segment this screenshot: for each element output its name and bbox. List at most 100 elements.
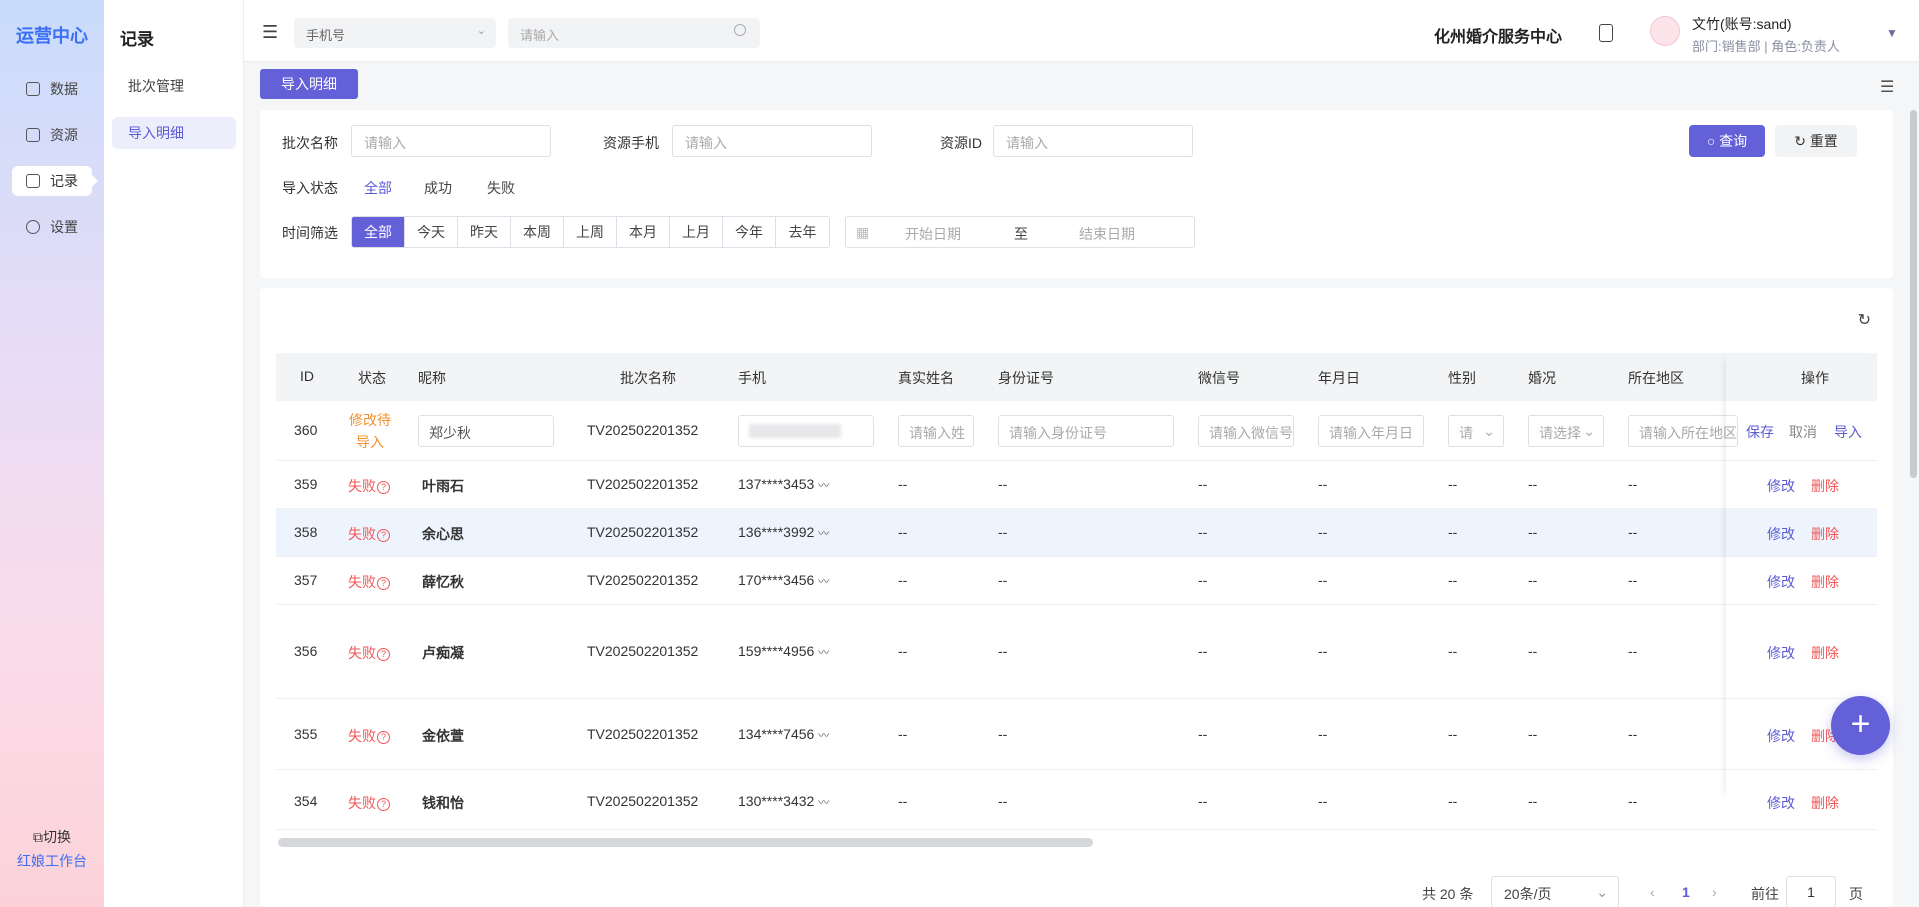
column-header: 状态 <box>358 370 386 386</box>
rail-item-record[interactable]: 记录 <box>12 166 98 196</box>
reset-label: 重置 <box>1809 133 1838 149</box>
query-button[interactable]: ○ 查询 <box>1689 125 1765 157</box>
org-name: 化州婚介服务中心 <box>1434 29 1563 46</box>
time-option[interactable]: 本月 <box>617 217 670 247</box>
vertical-scrollbar[interactable] <box>1910 110 1917 478</box>
eye-closed-icon[interactable]: 〰 <box>818 647 829 659</box>
reset-button[interactable]: ↻ 重置 <box>1775 125 1857 157</box>
rail-item-data[interactable]: 数据 <box>12 74 92 104</box>
cell-idcard: -- <box>998 643 1008 659</box>
eye-closed-icon[interactable]: 〰 <box>818 528 829 540</box>
help-icon[interactable]: ? <box>377 731 390 744</box>
status-text: 失败 <box>348 574 376 590</box>
eye-closed-icon[interactable]: 〰 <box>818 576 829 588</box>
page-size-value: 20条/页 <box>1504 886 1552 902</box>
column-header: 所在地区 <box>1628 370 1684 386</box>
table-row-editing: 360 修改待导入 郑少秋 TV202502201352 请输入姓 请输入身份证… <box>276 401 1877 461</box>
phone-input[interactable]: 请输入 <box>672 125 872 157</box>
wechat-input[interactable]: 请输入微信号 <box>1198 415 1294 447</box>
time-option[interactable]: 上周 <box>564 217 617 247</box>
table-row: 354 失败? 钱和怡 TV202502201352 130****3432 〰… <box>276 770 1877 830</box>
horizontal-scrollbar[interactable] <box>278 838 1093 847</box>
chevron-down-icon: ⌄ <box>1483 423 1495 439</box>
eye-closed-icon[interactable]: 〰 <box>818 797 829 809</box>
cell-region: -- <box>1628 524 1638 540</box>
cell-gender: -- <box>1448 726 1458 742</box>
help-icon[interactable]: ? <box>377 648 390 661</box>
resource-id-label: 资源ID <box>940 135 982 151</box>
cell-name: -- <box>898 793 908 809</box>
eye-closed-icon[interactable]: 〰 <box>818 480 829 492</box>
cell-status: 失败? <box>348 524 390 544</box>
submenu-item-import-detail[interactable]: 导入明细 <box>112 117 236 149</box>
real-name-input[interactable]: 请输入姓 <box>898 415 974 447</box>
submenu: 记录 批次管理 导入明细 <box>104 0 244 907</box>
status-text: 失败 <box>348 795 376 811</box>
help-icon[interactable]: ? <box>377 798 390 811</box>
time-option[interactable]: 今年 <box>723 217 776 247</box>
cell-batch: TV202502201352 <box>587 726 699 742</box>
batch-name-input[interactable]: 请输入 <box>351 125 551 157</box>
page-number-current[interactable]: 1 <box>1682 884 1690 900</box>
next-page-icon[interactable]: › <box>1712 884 1717 900</box>
cell-wechat: -- <box>1198 643 1208 659</box>
cell-batch: TV202502201352 <box>587 793 699 809</box>
start-date-input[interactable]: 开始日期 <box>905 224 961 244</box>
resource-id-input[interactable]: 请输入 <box>993 125 1193 157</box>
add-fab-button[interactable]: + <box>1831 696 1890 755</box>
goto-page-input[interactable]: 1 <box>1786 876 1836 907</box>
cell-id: 354 <box>294 793 318 809</box>
gender-select[interactable]: 请 ⌄ <box>1448 415 1504 447</box>
tablet-icon[interactable] <box>1599 24 1613 42</box>
marriage-select[interactable]: 请选择 ⌄ <box>1528 415 1604 447</box>
cell-idcard: -- <box>998 572 1008 588</box>
help-icon[interactable]: ? <box>377 481 390 494</box>
prev-page-icon[interactable]: ‹ <box>1650 884 1655 900</box>
cell-wechat: -- <box>1198 476 1208 492</box>
rail-item-resource[interactable]: 资源 <box>12 120 92 150</box>
tab-import-detail[interactable]: 导入明细 <box>260 69 358 99</box>
time-option[interactable]: 全部 <box>352 217 405 247</box>
avatar[interactable] <box>1650 16 1680 46</box>
cell-batch: TV202502201352 <box>587 524 699 540</box>
status-option-all[interactable]: 全部 <box>364 178 392 198</box>
help-icon[interactable]: ? <box>377 529 390 542</box>
eye-closed-icon[interactable]: 〰 <box>818 730 829 742</box>
time-option[interactable]: 本周 <box>511 217 564 247</box>
gender-placeholder: 请 <box>1459 425 1473 441</box>
end-date-input[interactable]: 结束日期 <box>1079 224 1135 244</box>
switch-button[interactable]: ⧉切换 <box>0 827 104 847</box>
status-option-fail[interactable]: 失败 <box>487 178 515 198</box>
birthday-input[interactable]: 请输入年月日 <box>1318 415 1424 447</box>
status-option-success[interactable]: 成功 <box>424 178 452 198</box>
caret-down-icon[interactable]: ▼ <box>1886 26 1898 40</box>
search-icon: ○ <box>1706 133 1720 149</box>
refresh-icon[interactable]: ↻ <box>1858 310 1871 330</box>
plus-icon: + <box>1850 705 1871 743</box>
grid-icon <box>26 128 40 142</box>
column-header: 批次名称 <box>620 370 676 386</box>
region-input[interactable]: 请输入所在地区 <box>1628 415 1738 447</box>
gear-icon <box>26 220 40 234</box>
collapse-menu-icon[interactable]: ☰ <box>262 22 278 43</box>
help-icon[interactable]: ? <box>377 577 390 590</box>
date-range-picker[interactable]: ▦ 开始日期 至 结束日期 <box>845 216 1195 248</box>
search-type-select[interactable]: 手机号 ⌄ <box>294 18 496 48</box>
header-search-input[interactable]: 请输入 <box>508 18 760 48</box>
time-option[interactable]: 今天 <box>405 217 458 247</box>
range-separator: 至 <box>1014 226 1028 242</box>
time-option[interactable]: 上月 <box>670 217 723 247</box>
page-size-select[interactable]: 20条/页 ⌄ <box>1491 876 1619 907</box>
time-option[interactable]: 昨天 <box>458 217 511 247</box>
nickname-input[interactable]: 郑少秋 <box>418 415 554 447</box>
table-row: 355 失败? 金依萱 TV202502201352 134****7456 〰… <box>276 699 1877 770</box>
rail-item-settings[interactable]: 设置 <box>12 212 92 242</box>
idcard-input[interactable]: 请输入身份证号 <box>998 415 1174 447</box>
submenu-item-batch[interactable]: 批次管理 <box>112 70 236 102</box>
workbench-link[interactable]: 红娘工作台 <box>0 851 104 871</box>
menu-icon[interactable]: ☰ <box>1880 77 1896 97</box>
cell-id: 359 <box>294 476 318 492</box>
search-icon[interactable] <box>734 24 746 36</box>
time-option[interactable]: 去年 <box>776 217 829 247</box>
phone-input-masked[interactable] <box>738 415 874 447</box>
